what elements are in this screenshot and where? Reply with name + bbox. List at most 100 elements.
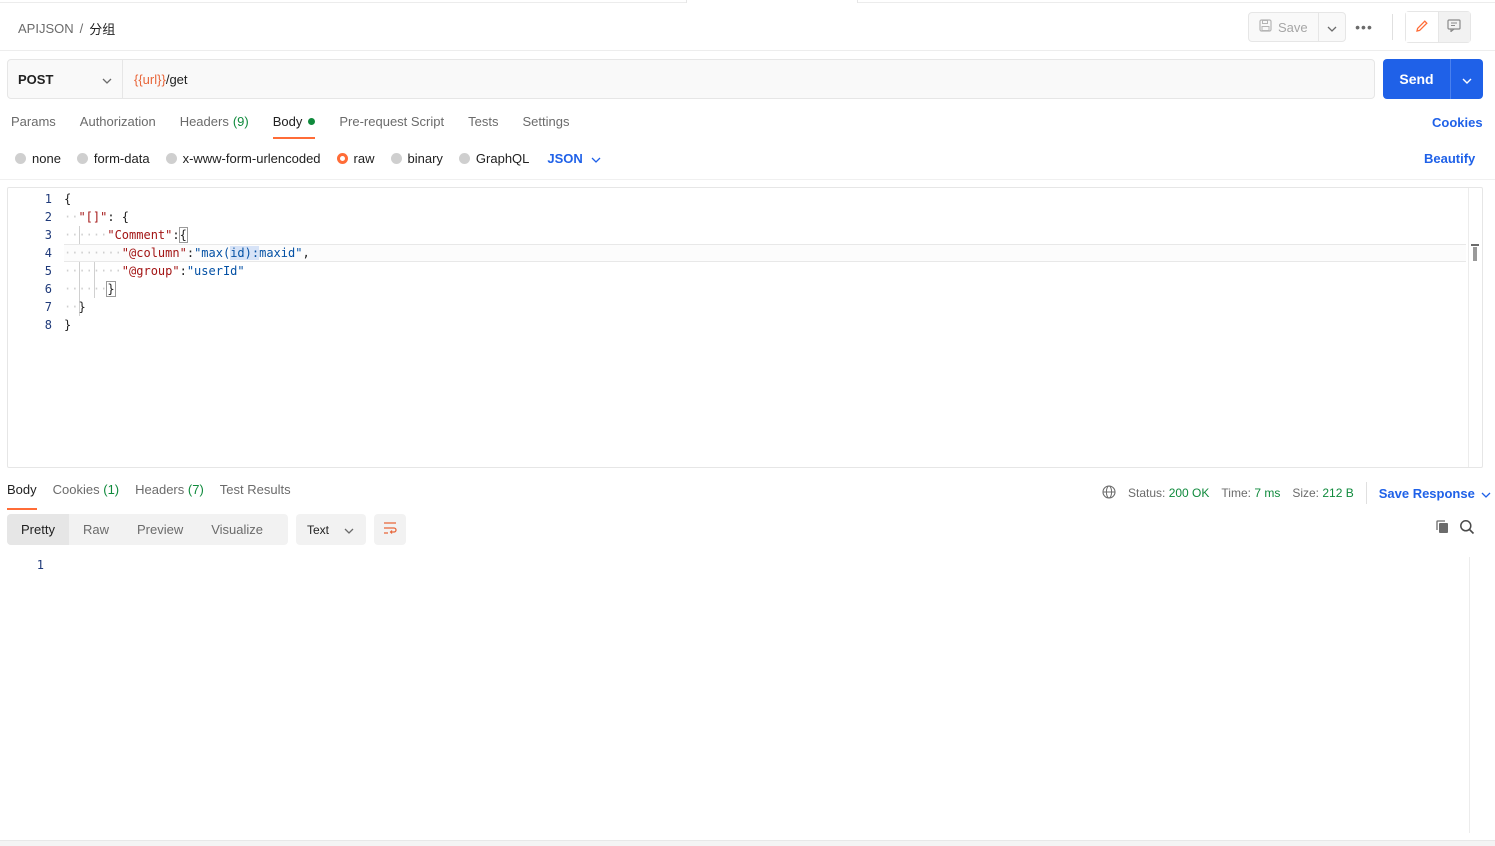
status-value: 200 OK (1168, 486, 1210, 500)
code-line: ··} (64, 300, 86, 314)
request-body-editor[interactable]: 1 2 3 4 5 6 7 8 { ··"[]": { ······"Comme… (7, 187, 1483, 468)
status-bar (0, 840, 1495, 846)
breadcrumb: APIJSON / 分组 (18, 19, 115, 38)
scrollbar-thumb[interactable] (1473, 247, 1477, 261)
beautify-button[interactable]: Beautify (1424, 151, 1475, 166)
radio-indicator (165, 153, 177, 164)
view-visualize-button[interactable]: Visualize (197, 514, 277, 545)
headers-count: (9) (232, 114, 249, 129)
line-number: 5 (44, 264, 52, 278)
tab-authorization[interactable]: Authorization (80, 114, 156, 139)
response-scrollbar[interactable] (1469, 557, 1483, 833)
status-info[interactable]: Status: 200 OK (1128, 486, 1209, 500)
code-line: ··"[]": { (64, 210, 130, 224)
code-line: ······} (64, 281, 116, 297)
time-info[interactable]: Time: 7 ms (1221, 486, 1280, 500)
pencil-icon (1415, 19, 1429, 36)
tab-params[interactable]: Params (11, 114, 56, 139)
chevron-down-icon (1327, 20, 1337, 35)
text-selection: id): (230, 246, 260, 260)
tab-body[interactable]: Body (272, 114, 316, 139)
divider (0, 179, 1495, 180)
response-tab-test-results[interactable]: Test Results (220, 482, 291, 510)
radio-indicator (15, 153, 26, 164)
radio-none[interactable]: none (15, 151, 61, 166)
response-body-viewer[interactable]: 1 (0, 556, 1483, 834)
code-line: ········"@group":"userId" (64, 264, 245, 278)
active-tab-indicator (686, 0, 858, 3)
tab-headers[interactable]: Headers (9) (180, 114, 249, 139)
comment-icon (1447, 19, 1461, 35)
line-number: 3 (44, 228, 52, 242)
method-select[interactable]: POST (8, 60, 123, 98)
save-label: Save (1278, 19, 1308, 35)
body-active-dot (308, 118, 316, 125)
cookies-link[interactable]: Cookies (1432, 115, 1483, 130)
tab-settings[interactable]: Settings (522, 114, 569, 139)
radio-urlencoded[interactable]: x-www-form-urlencoded (165, 151, 321, 166)
response-tab-headers[interactable]: Headers (7) (135, 482, 204, 510)
scrollbar-cursor-marker (1471, 244, 1479, 246)
tab-tests[interactable]: Tests (468, 114, 498, 139)
line-number: 8 (44, 318, 52, 332)
request-header: APIJSON / 分组 Save ••• (0, 0, 1495, 51)
divider (1365, 482, 1367, 504)
method-label: POST (18, 71, 54, 87)
save-button[interactable]: Save (1249, 13, 1319, 41)
radio-raw[interactable]: raw (336, 151, 375, 166)
radio-graphql[interactable]: GraphQL (458, 151, 529, 166)
url-variable: {{url}} (134, 71, 166, 87)
code-line-active: ········"@column":"max(id):maxid", (64, 244, 1466, 262)
line-number: 2 (44, 210, 52, 224)
radio-binary[interactable]: binary (390, 151, 443, 166)
copy-icon[interactable] (1434, 519, 1450, 538)
radio-indicator (458, 153, 470, 164)
radio-form-data[interactable]: form-data (76, 151, 150, 166)
response-tabs: Body Cookies (1) Headers (7) Test Result… (7, 482, 291, 510)
code-line: ······"Comment":{ (64, 227, 188, 243)
view-preview-button[interactable]: Preview (123, 514, 197, 545)
time-value: 7 ms (1254, 486, 1281, 500)
line-number: 6 (44, 282, 52, 296)
save-icon (1259, 19, 1272, 35)
header-divider (1392, 14, 1393, 40)
response-tab-body[interactable]: Body (7, 482, 37, 510)
breadcrumb-collection[interactable]: APIJSON (18, 21, 74, 36)
save-button-group: Save (1248, 12, 1346, 42)
save-dropdown-button[interactable] (1319, 13, 1345, 41)
response-tab-cookies[interactable]: Cookies (1) (53, 482, 119, 510)
response-view-mode: Pretty Raw Preview Visualize (7, 514, 288, 545)
line-number: 1 (44, 192, 52, 206)
send-button-group: Send (1383, 59, 1483, 99)
breadcrumb-request-name[interactable]: 分组 (89, 19, 115, 38)
view-pretty-button[interactable]: Pretty (7, 514, 69, 545)
body-type-selector: none form-data x-www-form-urlencoded raw… (15, 151, 601, 166)
breadcrumb-separator: / (79, 21, 84, 36)
editor-scrollbar[interactable] (1468, 188, 1482, 467)
code-area[interactable]: { ··"[]": { ······"Comment":{ ········"@… (64, 190, 1466, 334)
globe-icon[interactable] (1102, 484, 1116, 502)
save-response-button[interactable]: Save Response (1379, 486, 1491, 501)
raw-language-select[interactable]: JSON (547, 151, 601, 166)
line-number-gutter: 1 2 3 4 5 6 7 8 (8, 190, 52, 334)
chevron-down-icon (1481, 486, 1491, 501)
edit-mode-button[interactable] (1406, 12, 1439, 42)
url-input[interactable]: {{url}}/get (123, 60, 1374, 98)
more-actions-button[interactable]: ••• (1352, 17, 1376, 37)
send-button[interactable]: Send (1383, 59, 1451, 99)
more-icon: ••• (1355, 19, 1373, 35)
request-tabs: Params Authorization Headers (9) Body Pre… (11, 114, 569, 139)
code-line: { (64, 192, 72, 206)
response-format-select[interactable]: Text (296, 514, 366, 545)
line-number: 7 (44, 300, 52, 314)
comments-button[interactable] (1438, 12, 1470, 42)
send-dropdown-button[interactable] (1451, 59, 1483, 99)
view-raw-button[interactable]: Raw (69, 514, 123, 545)
tab-pre-request-script[interactable]: Pre-request Script (339, 114, 444, 139)
size-value: 212 B (1322, 486, 1354, 500)
wrap-lines-button[interactable] (374, 514, 406, 545)
search-icon[interactable] (1459, 519, 1475, 538)
size-info[interactable]: Size: 212 B (1292, 486, 1353, 500)
line-number: 4 (44, 246, 52, 260)
request-url-bar: POST {{url}}/get (7, 59, 1375, 99)
